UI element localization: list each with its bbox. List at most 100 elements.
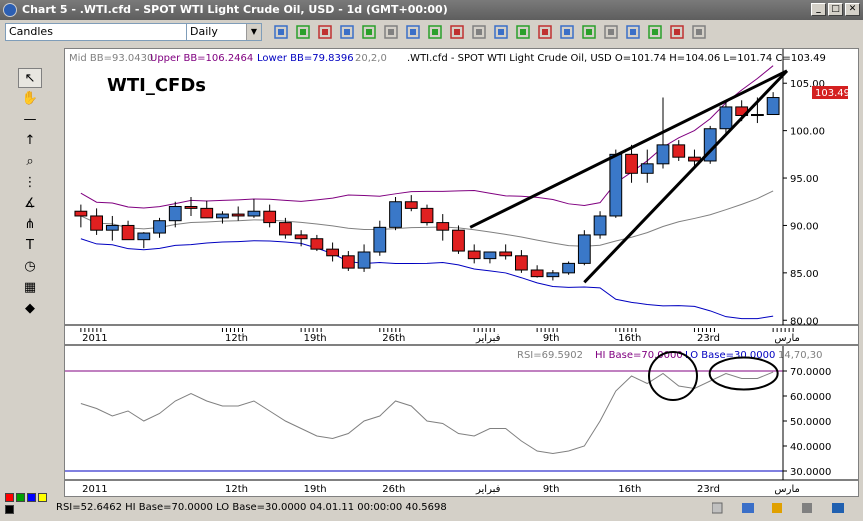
zoom-out-icon[interactable] bbox=[338, 23, 356, 41]
candle bbox=[74, 210, 88, 217]
candle bbox=[546, 272, 560, 278]
x-tick-label: 12th bbox=[225, 333, 248, 344]
rsi-x-tick-label: 2011 bbox=[82, 484, 107, 495]
objects-icon[interactable] bbox=[514, 23, 532, 41]
title-bar: Chart 5 - .WTI.cfd - SPOT WTI Light Crud… bbox=[0, 0, 863, 20]
rsi-x-tick-label: 12th bbox=[225, 484, 248, 495]
chart-type-icon[interactable] bbox=[360, 23, 378, 41]
annotation-circle[interactable] bbox=[708, 356, 779, 391]
candle bbox=[105, 224, 119, 231]
calculator-icon[interactable]: ▦ bbox=[18, 278, 42, 298]
main-chart-panel[interactable]: Mid BB=93.0430 Upper BB=106.2464 Lower B… bbox=[64, 48, 859, 345]
zoom-in-icon[interactable] bbox=[316, 23, 334, 41]
bb-lower-line bbox=[80, 238, 774, 320]
candle bbox=[483, 251, 497, 260]
candle bbox=[436, 222, 450, 231]
candle bbox=[452, 229, 465, 252]
candle bbox=[310, 238, 324, 250]
x-tick-label: 9th bbox=[543, 333, 560, 344]
line-icon[interactable]: — bbox=[18, 110, 42, 130]
bb-lower-label: Lower BB=79.8396 bbox=[257, 53, 354, 64]
remove-icon[interactable] bbox=[668, 23, 686, 41]
period-icon[interactable] bbox=[448, 23, 466, 41]
window-controls: _ □ ✕ bbox=[811, 3, 860, 16]
candle bbox=[121, 224, 135, 241]
y-tick-label: 100.00 bbox=[790, 127, 825, 138]
magnifier-icon[interactable]: ⌕ bbox=[18, 152, 42, 172]
indicator-icon[interactable] bbox=[404, 23, 422, 41]
hand-icon[interactable]: ✋ bbox=[18, 89, 42, 109]
rsi-panel[interactable]: RSI=69.5902 HI Base=70.0000 LO Base=30.0… bbox=[64, 345, 859, 497]
x-tick-label: 26th bbox=[382, 333, 405, 344]
settings-icon[interactable] bbox=[690, 23, 708, 41]
candle bbox=[593, 215, 607, 236]
candle bbox=[625, 153, 638, 174]
rsi-y-tick-label: 50.0000 bbox=[790, 417, 831, 428]
candle bbox=[389, 201, 402, 228]
candle bbox=[562, 262, 576, 274]
candle bbox=[200, 207, 214, 219]
shift-icon[interactable] bbox=[492, 23, 510, 41]
candle bbox=[279, 222, 292, 236]
chart-type-value: Candles bbox=[9, 25, 53, 38]
minimize-button[interactable]: _ bbox=[811, 3, 826, 16]
y-tick-label: 85.00 bbox=[790, 269, 819, 280]
trendline-upper[interactable] bbox=[469, 69, 788, 229]
cursor-icon[interactable] bbox=[426, 23, 444, 41]
price-chart[interactable]: Mid BB=93.0430 Upper BB=106.2464 Lower B… bbox=[65, 49, 858, 344]
fork-icon[interactable]: ⋔ bbox=[18, 215, 42, 235]
candle bbox=[530, 269, 544, 278]
rsi-x-tick-label: 16th bbox=[618, 484, 641, 495]
candle bbox=[688, 156, 701, 162]
candle bbox=[609, 153, 623, 217]
candle bbox=[751, 114, 764, 117]
bb-params: 20,2,0 bbox=[355, 53, 387, 64]
grid-lines-icon[interactable]: ⋮ bbox=[18, 173, 42, 193]
rsi-label: RSI=69.5902 bbox=[517, 350, 583, 361]
x-tick-label: 2011 bbox=[82, 333, 107, 344]
add-icon[interactable] bbox=[646, 23, 664, 41]
grid-icon[interactable] bbox=[382, 23, 400, 41]
save-icon[interactable] bbox=[536, 23, 554, 41]
rsi-y-tick-label: 70.0000 bbox=[790, 367, 831, 378]
chevron-down-icon[interactable]: ▼ bbox=[246, 24, 261, 40]
properties-icon[interactable] bbox=[580, 23, 598, 41]
palette-icon[interactable]: ◆ bbox=[18, 299, 42, 319]
period-select[interactable]: Daily ▼ bbox=[186, 23, 262, 41]
maximize-button[interactable]: □ bbox=[828, 3, 843, 16]
candle bbox=[153, 220, 166, 234]
x-tick-label: 16th bbox=[618, 333, 641, 344]
pointer-icon[interactable]: ↖ bbox=[18, 68, 42, 88]
candle bbox=[467, 250, 481, 260]
rsi-x-tick-label: مارس bbox=[774, 484, 799, 495]
candle bbox=[640, 163, 654, 174]
fan-icon[interactable]: ∡ bbox=[18, 194, 42, 214]
template-icon[interactable] bbox=[294, 23, 312, 41]
print-icon[interactable] bbox=[558, 23, 576, 41]
candle bbox=[357, 251, 371, 269]
link-icon[interactable] bbox=[624, 23, 642, 41]
y-tick-label: 90.00 bbox=[790, 221, 819, 232]
x-tick-label: 19th bbox=[304, 333, 327, 344]
scroll-icon[interactable] bbox=[470, 23, 488, 41]
candle bbox=[656, 144, 670, 165]
rsi-chart[interactable]: RSI=69.5902 HI Base=70.0000 LO Base=30.0… bbox=[65, 346, 858, 496]
refresh-icon[interactable] bbox=[602, 23, 620, 41]
new-chart-icon[interactable] bbox=[272, 23, 290, 41]
candle bbox=[90, 215, 104, 231]
y-tick-label: 80.00 bbox=[790, 316, 819, 327]
rsi-x-tick-label: 19th bbox=[304, 484, 327, 495]
y-tick-label: 95.00 bbox=[790, 174, 819, 185]
symbol-info: .WTI.cfd - SPOT WTI Light Crude Oil, USD… bbox=[407, 53, 826, 64]
candle bbox=[231, 213, 245, 217]
rsi-y-tick-label: 40.0000 bbox=[790, 442, 831, 453]
rsi-x-tick-label: 9th bbox=[543, 484, 560, 495]
text-icon[interactable]: T bbox=[18, 236, 42, 256]
app-icon bbox=[3, 3, 17, 17]
alarm-icon[interactable]: ◷ bbox=[18, 257, 42, 277]
candle bbox=[672, 144, 686, 158]
close-button[interactable]: ✕ bbox=[845, 3, 860, 16]
arrow-up-icon[interactable]: ↑ bbox=[18, 131, 42, 151]
candle bbox=[373, 226, 387, 253]
bb-mid-label: Mid BB=93.0430 bbox=[69, 53, 153, 64]
